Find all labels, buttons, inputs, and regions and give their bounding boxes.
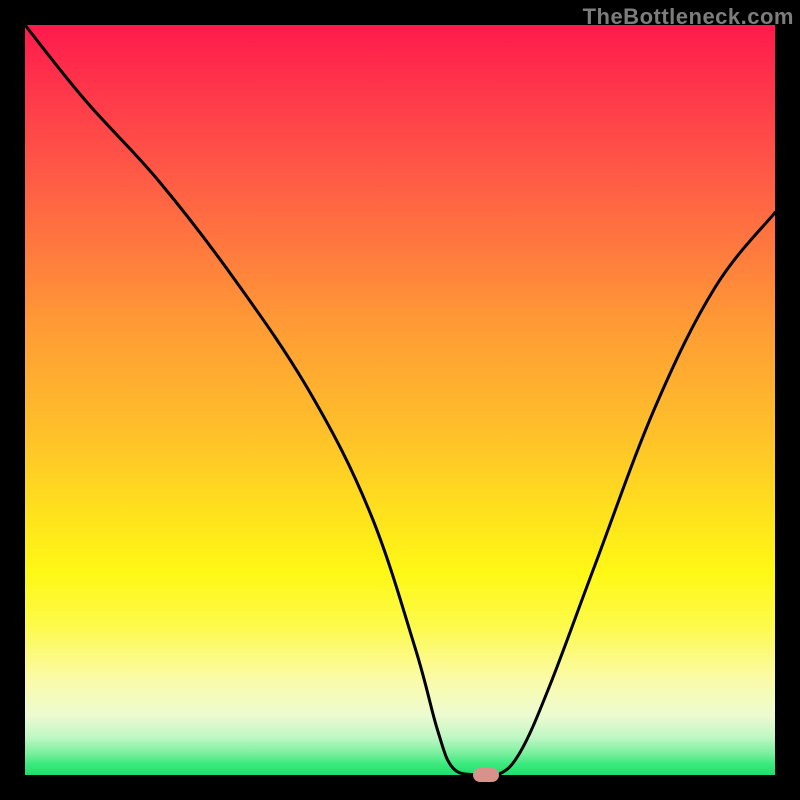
bottleneck-curve bbox=[25, 25, 775, 775]
plot-area bbox=[25, 25, 775, 775]
chart-frame: TheBottleneck.com bbox=[0, 0, 800, 800]
curve-layer bbox=[25, 25, 775, 775]
optimal-marker bbox=[473, 768, 499, 782]
watermark-label: TheBottleneck.com bbox=[583, 4, 794, 30]
